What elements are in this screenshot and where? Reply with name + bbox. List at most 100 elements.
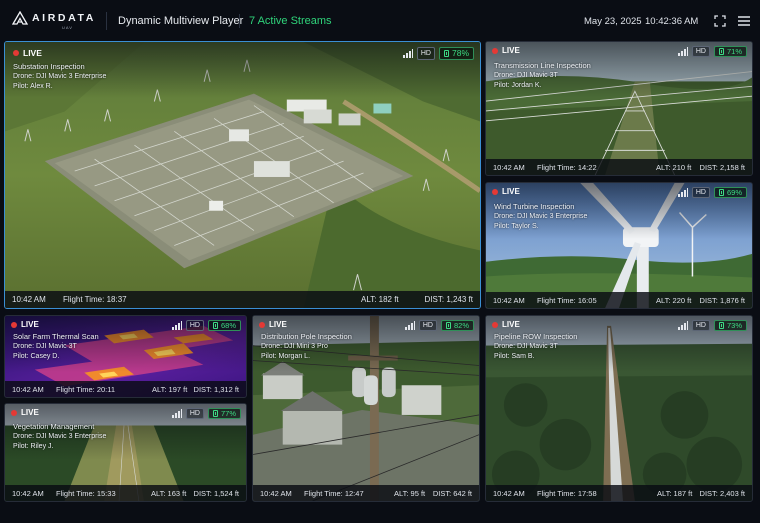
- stream-tile-wind-turbine[interactable]: LIVE Wind Turbine Inspection Drone: DJI …: [485, 182, 753, 309]
- telemetry-bar: 10:42 AM Flight Time: 15:33 ALT: 163 ft …: [5, 485, 246, 501]
- battery-icon: [718, 189, 724, 196]
- live-indicator: LIVE: [492, 320, 520, 329]
- stream-status: HD 71%: [677, 46, 747, 57]
- telemetry-bar: 10:42 AM Flight Time: 20:11 ALT: 197 ft …: [5, 381, 246, 397]
- stream-title: Wind Turbine Inspection: [494, 202, 575, 211]
- stream-info: Vegetation Management Drone: DJI Mavic 3…: [13, 422, 106, 452]
- stream-title: Solar Farm Thermal Scan: [13, 332, 99, 341]
- battery-badge: 73%: [713, 320, 747, 331]
- stream-title: Vegetation Management: [13, 422, 95, 431]
- hd-badge: HD: [185, 408, 204, 419]
- logo-text: AIRDATA: [32, 12, 96, 24]
- telemetry-bar: 10:42 AM Flight Time: 17:58 ALT: 187 ft …: [486, 485, 752, 501]
- battery-icon: [718, 322, 724, 329]
- flight-time: Flight Time: 15:33: [56, 488, 116, 498]
- airdata-logo[interactable]: AIRDATA: [12, 11, 96, 25]
- live-label: LIVE: [502, 187, 520, 196]
- battery-level: 69%: [726, 188, 742, 197]
- altitude: ALT: 210 ft: [656, 162, 692, 172]
- stream-time: 10:42 AM: [493, 488, 525, 498]
- hd-badge: HD: [185, 320, 204, 331]
- flight-time: Flight Time: 18:37: [63, 295, 127, 304]
- battery-icon: [443, 50, 449, 57]
- top-bar: AIRDATA UAV Dynamic Multiview Player 7 A…: [0, 0, 760, 40]
- battery-icon: [718, 48, 724, 55]
- live-label: LIVE: [502, 320, 520, 329]
- altitude: ALT: 197 ft: [152, 384, 188, 394]
- live-label: LIVE: [21, 408, 39, 417]
- stream-time: 10:42 AM: [12, 295, 46, 304]
- hamburger-menu-icon[interactable]: [738, 16, 750, 26]
- drone-model: Drone: DJI Mavic 3 Enterprise: [494, 213, 588, 220]
- stream-status: HD 77%: [171, 408, 241, 419]
- live-dot-icon: [13, 50, 19, 56]
- pilot-name: Pilot: Casey D.: [13, 353, 60, 360]
- flight-time: Flight Time: 14:22: [537, 162, 597, 172]
- stream-info: Substation Inspection Drone: DJI Mavic 3…: [13, 62, 106, 92]
- airdata-logo-icon: [12, 11, 28, 25]
- flight-time: Flight Time: 16:05: [537, 295, 597, 305]
- signal-strength-icon: [404, 321, 415, 330]
- flight-time: Flight Time: 12:47: [304, 488, 364, 498]
- hd-badge: HD: [691, 46, 710, 57]
- stream-time: 10:42 AM: [493, 162, 525, 172]
- battery-badge: 78%: [438, 47, 474, 60]
- altitude: ALT: 182 ft: [361, 295, 399, 304]
- drone-model: Drone: DJI Mavic 3 Enterprise: [13, 433, 107, 440]
- stream-status: HD 68%: [171, 320, 241, 331]
- telemetry-bar: 10:42 AM Flight Time: 12:47 ALT: 95 ft D…: [253, 485, 479, 501]
- distance: DIST: 1,524 ft: [193, 488, 239, 498]
- live-label: LIVE: [23, 48, 42, 58]
- distance: DIST: 2,158 ft: [699, 162, 745, 172]
- battery-level: 71%: [726, 47, 742, 56]
- page-title: Dynamic Multiview Player: [118, 15, 244, 27]
- fullscreen-icon[interactable]: [714, 15, 726, 27]
- drone-model: Drone: DJI Mavic 3T: [494, 72, 558, 79]
- stream-time: 10:42 AM: [493, 295, 525, 305]
- signal-strength-icon: [677, 321, 688, 330]
- battery-level: 77%: [220, 409, 236, 418]
- stream-info: Distribution Pole Inspection Drone: DJI …: [261, 332, 352, 362]
- logo-subtext: UAV: [62, 25, 73, 30]
- stream-status: HD 69%: [677, 187, 747, 198]
- stream-tile-substation[interactable]: LIVE Substation Inspection Drone: DJI Ma…: [4, 41, 481, 309]
- stream-tile-distribution-pole[interactable]: LIVE Distribution Pole Inspection Drone:…: [252, 315, 480, 502]
- stream-status: HD 82%: [404, 320, 474, 331]
- battery-level: 68%: [220, 321, 236, 330]
- signal-strength-icon: [171, 409, 182, 418]
- stream-title: Distribution Pole Inspection: [261, 332, 352, 341]
- stream-info: Transmission Line Inspection Drone: DJI …: [494, 61, 591, 91]
- stream-title: Substation Inspection: [13, 62, 85, 71]
- stream-info: Solar Farm Thermal Scan Drone: DJI Mavic…: [13, 332, 99, 362]
- stream-tile-solar-farm[interactable]: LIVE Solar Farm Thermal Scan Drone: DJI …: [4, 315, 247, 398]
- battery-badge: 82%: [440, 320, 474, 331]
- live-dot-icon: [492, 321, 498, 328]
- drone-model: Drone: DJI Mavic 3T: [13, 343, 77, 350]
- signal-strength-icon: [171, 321, 182, 330]
- pilot-name: Pilot: Alex R.: [13, 83, 53, 90]
- battery-level: 73%: [726, 321, 742, 330]
- header-divider: [106, 12, 107, 30]
- live-indicator: LIVE: [492, 46, 520, 55]
- battery-icon: [212, 322, 218, 329]
- stream-tile-transmission-line[interactable]: LIVE Transmission Line Inspection Drone:…: [485, 41, 753, 176]
- battery-level: 82%: [453, 321, 469, 330]
- signal-strength-icon: [402, 49, 413, 58]
- live-indicator: LIVE: [11, 320, 39, 329]
- stream-time: 10:42 AM: [12, 384, 44, 394]
- altitude: ALT: 163 ft: [151, 488, 187, 498]
- live-label: LIVE: [21, 320, 39, 329]
- telemetry-bar: 10:42 AM Flight Time: 18:37 ALT: 182 ft …: [5, 291, 480, 308]
- telemetry-bar: 10:42 AM Flight Time: 14:22 ALT: 210 ft …: [486, 159, 752, 175]
- hd-badge: HD: [416, 47, 435, 60]
- battery-badge: 68%: [207, 320, 241, 331]
- stream-title: Transmission Line Inspection: [494, 61, 591, 70]
- drone-model: Drone: DJI Mavic 3T: [494, 343, 558, 350]
- stream-tile-pipeline-row[interactable]: LIVE Pipeline ROW Inspection Drone: DJI …: [485, 315, 753, 502]
- live-indicator: LIVE: [492, 187, 520, 196]
- stream-tile-vegetation-management[interactable]: LIVE Vegetation Management Drone: DJI Ma…: [4, 403, 247, 502]
- battery-badge: 69%: [713, 187, 747, 198]
- stream-status: HD 73%: [677, 320, 747, 331]
- flight-time: Flight Time: 20:11: [56, 384, 116, 394]
- altitude: ALT: 187 ft: [657, 488, 693, 498]
